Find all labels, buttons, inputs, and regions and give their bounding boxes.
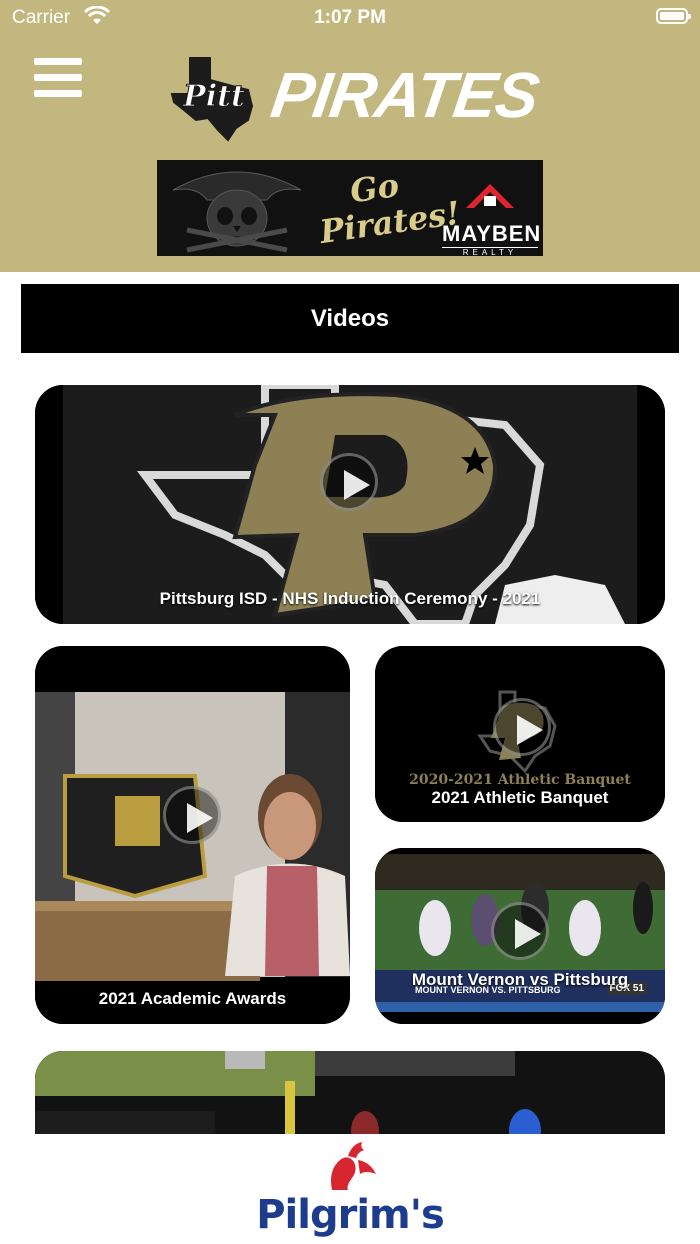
play-icon[interactable]	[493, 698, 551, 756]
clock: 1:07 PM	[314, 7, 386, 28]
video-title: Pittsburg ISD - NHS Induction Ceremony -…	[159, 589, 541, 608]
brand-title: PIRATES	[266, 59, 543, 131]
thumbnail-caption: 2020-2021 Athletic Banquet	[409, 772, 631, 788]
logo-badge-text: Pitt	[182, 79, 245, 114]
video-card-mount-vernon[interactable]: MOUNT VERNON VS. PITTSBURG FOX 51 Mount …	[375, 848, 665, 1024]
video-title: 2021 Academic Awards	[98, 989, 287, 1008]
video-card-athletic-banquet[interactable]: 2020-2021 Athletic Banquet 2021 Athletic…	[375, 646, 665, 822]
status-bar: Carrier 1:07 PM	[0, 0, 700, 36]
banner-brand-sub: REALTY	[442, 247, 538, 256]
play-icon[interactable]	[163, 786, 221, 844]
video-card-academic-awards[interactable]: 2021 Academic Awards	[35, 646, 350, 1024]
video-card-nhs-induction[interactable]: Pittsburg ISD - NHS Induction Ceremony -…	[35, 385, 665, 624]
texas-pitt-logo-icon: Pitt	[168, 54, 262, 142]
sponsor-banner[interactable]: Go Pirates! MAYBEN REALTY	[157, 160, 543, 256]
video-title: 2021 Athletic Banquet	[431, 788, 609, 807]
banner-slogan: Go Pirates!	[317, 165, 463, 251]
rooster-icon	[331, 1142, 376, 1190]
sponsor-name: Pilgrim's	[256, 1192, 445, 1238]
battery-icon	[656, 8, 691, 24]
video-title: Mount Vernon vs Pittsburg	[411, 970, 629, 989]
hamburger-menu-button[interactable]	[34, 58, 84, 102]
section-title: Videos	[21, 284, 679, 353]
house-roof-icon	[466, 184, 514, 208]
play-icon[interactable]	[491, 902, 549, 960]
app-header: Carrier 1:07 PM Pitt PIRATES Go Pirates!…	[0, 0, 700, 272]
sponsor-footer[interactable]: Pilgrim's	[0, 1134, 700, 1244]
mayben-realty-logo: MAYBEN REALTY	[442, 180, 542, 256]
pirate-skull-icon	[172, 171, 302, 253]
banner-brand-name: MAYBEN	[442, 221, 542, 246]
play-icon[interactable]	[320, 453, 378, 511]
